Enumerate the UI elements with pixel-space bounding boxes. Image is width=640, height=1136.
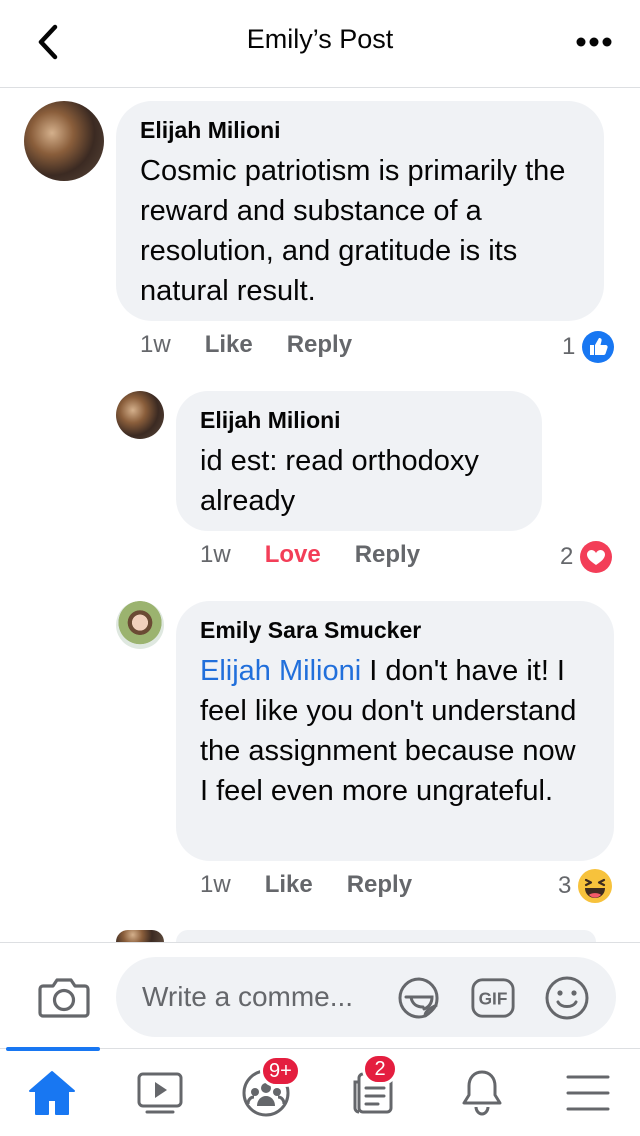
heart-icon xyxy=(580,541,613,573)
comment-actions: 1w Like Reply xyxy=(140,331,386,359)
tab-groups[interactable]: 9+ xyxy=(236,1055,301,1119)
mention-link[interactable]: Elijah Milioni xyxy=(200,655,361,687)
sticker-icon xyxy=(398,977,439,1019)
reaction-summary[interactable]: 2 xyxy=(560,540,613,574)
post-comments-screen: Emily’s Post Elijah Milioni Cosmic patri… xyxy=(0,0,640,1136)
bell-icon xyxy=(462,1070,502,1116)
avatar[interactable] xyxy=(24,101,104,181)
smiley-icon xyxy=(545,976,589,1020)
comment-text: Cosmic patriotism is primarily the rewar… xyxy=(140,155,566,307)
reaction-summary[interactable]: 1 xyxy=(562,330,615,364)
avatar[interactable] xyxy=(116,601,164,649)
page-title: Emily’s Post xyxy=(246,24,394,54)
tab-news[interactable]: 2 xyxy=(344,1053,404,1119)
reaction-summary[interactable]: 3 xyxy=(558,868,613,904)
comment-bubble[interactable] xyxy=(176,930,596,942)
avatar[interactable] xyxy=(116,930,164,942)
comment-time[interactable]: 1w xyxy=(140,331,171,359)
like-icon xyxy=(582,331,615,363)
comment-bubble[interactable]: Elijah Milioni id est: read orthodoxy al… xyxy=(176,391,542,531)
groups-badge: 9+ xyxy=(260,1055,301,1087)
comment-text: id est: read orthodoxy already xyxy=(200,445,479,517)
comment-input-box[interactable]: GIF xyxy=(116,957,616,1037)
laughing-emoji-icon xyxy=(578,869,613,903)
more-options-button[interactable] xyxy=(572,26,616,58)
gif-icon: GIF xyxy=(471,978,515,1018)
bottom-tab-bar: 9+ 2 xyxy=(0,1047,640,1136)
comment-actions: 1w Love Reply xyxy=(200,541,454,569)
avatar[interactable] xyxy=(116,391,164,439)
comment-bubble[interactable]: Emily Sara Smucker Elijah Milioni I don'… xyxy=(176,601,614,861)
comment-actions: 1w Like Reply xyxy=(200,871,446,899)
gif-button[interactable]: GIF xyxy=(470,975,516,1021)
reply-button[interactable]: Reply xyxy=(287,331,352,359)
comment-time[interactable]: 1w xyxy=(200,541,231,569)
reply-button[interactable]: Reply xyxy=(347,871,412,899)
more-dots-icon xyxy=(576,37,612,47)
comment-input[interactable] xyxy=(142,979,392,1015)
reaction-count: 1 xyxy=(562,333,576,360)
camera-button[interactable] xyxy=(38,975,90,1019)
comment-author[interactable]: Emily Sara Smucker xyxy=(200,615,590,645)
tab-notifications[interactable] xyxy=(452,1067,512,1119)
reaction-count: 3 xyxy=(558,872,572,899)
camera-icon xyxy=(38,978,90,1018)
comment-text: Elijah Milioni I don't have it! I feel l… xyxy=(200,655,577,807)
tab-home[interactable] xyxy=(22,1067,82,1119)
tab-watch[interactable] xyxy=(130,1067,190,1119)
comment-author[interactable]: Elijah Milioni xyxy=(140,115,580,145)
comment-author[interactable]: Elijah Milioni xyxy=(200,405,518,435)
comment-time[interactable]: 1w xyxy=(200,871,231,899)
gif-label: GIF xyxy=(479,989,508,1009)
tab-menu[interactable] xyxy=(558,1067,618,1119)
emoji-button[interactable] xyxy=(544,975,590,1021)
love-button[interactable]: Love xyxy=(265,541,321,569)
comment-composer-bar: GIF xyxy=(0,942,640,1048)
news-badge: 2 xyxy=(362,1053,398,1085)
reaction-count: 2 xyxy=(560,543,574,570)
reply-button[interactable]: Reply xyxy=(355,541,420,569)
like-button[interactable]: Like xyxy=(205,331,253,359)
home-icon xyxy=(29,1071,75,1115)
active-tab-indicator xyxy=(6,1047,100,1051)
like-button[interactable]: Like xyxy=(265,871,313,899)
avatar-sticker-button[interactable] xyxy=(396,975,442,1021)
video-play-icon xyxy=(137,1072,183,1114)
menu-icon xyxy=(566,1075,610,1111)
header: Emily’s Post xyxy=(0,0,640,88)
comment-bubble[interactable]: Elijah Milioni Cosmic patriotism is prim… xyxy=(116,101,604,321)
